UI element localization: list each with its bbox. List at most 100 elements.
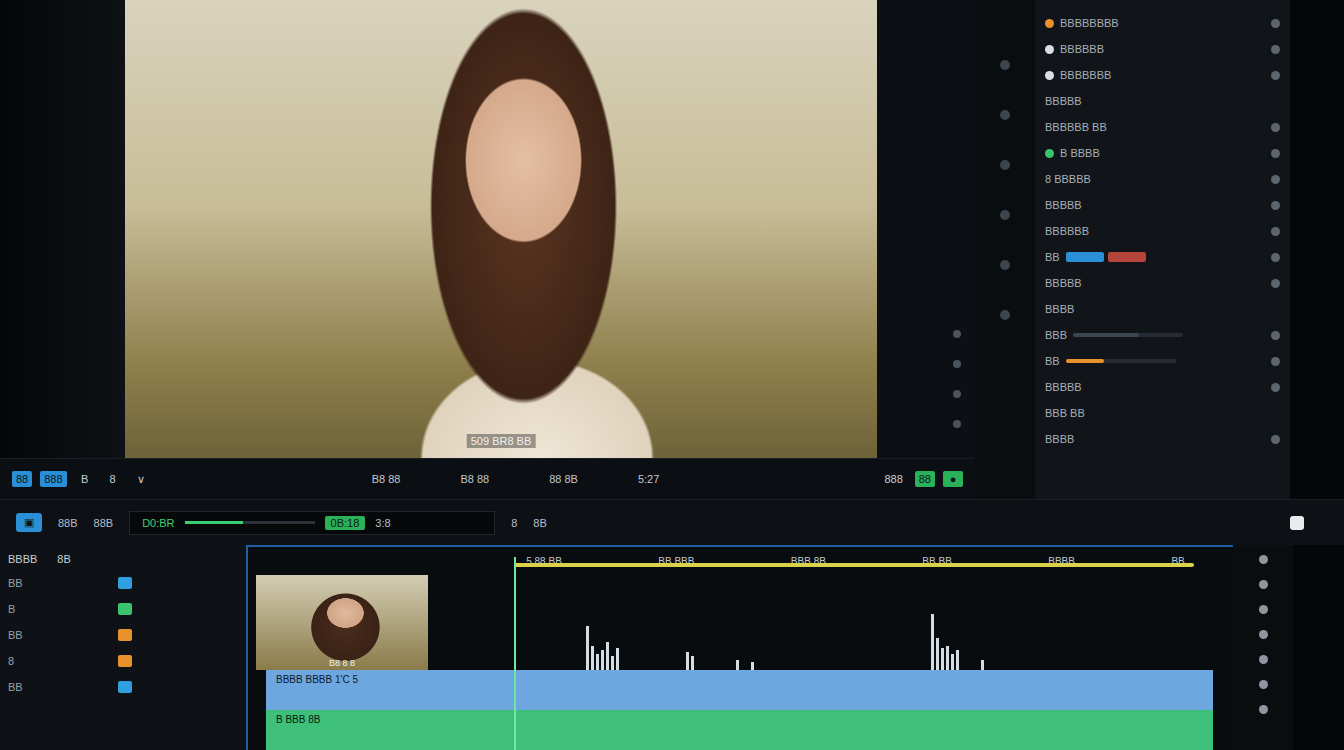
timecode-box: D0:BR0B:183:8: [129, 511, 495, 535]
inspector-row: BBBBB: [1045, 92, 1280, 110]
track-swatch: [118, 681, 132, 693]
toggle-icon[interactable]: [1271, 357, 1280, 366]
track-row[interactable]: BB: [8, 679, 238, 695]
strip-dot-icon[interactable]: [953, 420, 961, 428]
track-row[interactable]: BB: [8, 575, 238, 591]
toggle-icon[interactable]: [1271, 435, 1280, 444]
track-label: B: [8, 603, 98, 615]
toggle-icon[interactable]: [1271, 331, 1280, 340]
tool-icon[interactable]: [1259, 655, 1268, 664]
toggle-icon[interactable]: [1271, 175, 1280, 184]
inspector-row: BBBBBB: [1045, 40, 1280, 58]
toggle-icon[interactable]: [1271, 383, 1280, 392]
inspector-row: BBBBBB BB: [1045, 118, 1280, 136]
track-swatch: [118, 629, 132, 641]
inspector-row: BBBB: [1045, 430, 1280, 448]
scrub-track[interactable]: [185, 521, 315, 524]
track-panel: BBBB8BBBBBB8BB: [0, 545, 248, 750]
toolbar-button[interactable]: ∨: [131, 471, 151, 488]
toggle-icon[interactable]: [1271, 253, 1280, 262]
inspector-label: BBBBBB: [1060, 43, 1104, 55]
tool-icon[interactable]: [1000, 110, 1010, 120]
strip-dot-icon[interactable]: [953, 360, 961, 368]
inspector-label: BBBB: [1045, 303, 1074, 315]
toggle-icon[interactable]: [1271, 149, 1280, 158]
toolbar-button[interactable]: 888: [880, 471, 906, 487]
scrub-value: 0B:18: [325, 516, 366, 530]
preview-caption: 509 BR8 BB: [467, 434, 536, 448]
toolbar-button[interactable]: 88: [915, 471, 935, 487]
toolbar-button[interactable]: B: [75, 471, 95, 487]
toolbar-button[interactable]: 8: [103, 471, 123, 487]
inspector-slider[interactable]: [1066, 359, 1176, 363]
status-dot-icon: [1045, 19, 1054, 28]
toolbar-label: B8 88: [460, 473, 489, 485]
video-editor: 509 BR8 BB88888B8∨B8 88B8 8888 8B5:27888…: [0, 0, 1344, 750]
tool-icon[interactable]: [1000, 210, 1010, 220]
tool-icon[interactable]: [1259, 680, 1268, 689]
track-row[interactable]: 8: [8, 653, 238, 669]
strip-dot-icon[interactable]: [953, 390, 961, 398]
slider-fill: [1066, 359, 1105, 363]
toggle-icon[interactable]: [1271, 227, 1280, 236]
waveform-bar: [936, 638, 939, 670]
toolbar-button[interactable]: ●: [943, 471, 963, 487]
inspector-row: BBBBB: [1045, 378, 1280, 396]
viewer-toolbar: 88888B8∨B8 88B8 8888 8B5:2788888●: [0, 458, 975, 499]
strip-dot-icon[interactable]: [953, 330, 961, 338]
music-clip[interactable]: B BBB 8B: [266, 710, 1213, 750]
work-range[interactable]: [514, 563, 1194, 567]
tool-icon[interactable]: [1000, 260, 1010, 270]
inspector-row: 8 BBBBB: [1045, 170, 1280, 188]
tool-icon[interactable]: [1259, 580, 1268, 589]
tool-icon[interactable]: [1259, 605, 1268, 614]
tool-icon[interactable]: [1000, 310, 1010, 320]
waveform-bar: [736, 660, 739, 670]
tool-icon[interactable]: [1259, 555, 1268, 564]
toolbar-label: 5:27: [638, 473, 659, 485]
waveform-bar: [691, 656, 694, 670]
tool-icon[interactable]: [1259, 630, 1268, 639]
video-frame: [388, 0, 659, 458]
inspector-panel: BBBBBBBBBBBBBBBBBBBBBBBBBBBBBBBB BBB BBB…: [1035, 0, 1290, 499]
transport-bar: ▣88B88BD0:BR0B:183:888B: [0, 499, 1344, 545]
transport-label: 3:8: [375, 517, 390, 529]
inspector-label: BBBBB: [1045, 277, 1082, 289]
inspector-slider[interactable]: [1073, 333, 1183, 337]
toggle-icon[interactable]: [1271, 279, 1280, 288]
audio-clip[interactable]: BBBB BBBB 1'C 5: [266, 670, 1213, 710]
side-strip: [877, 0, 975, 458]
thumbnail-caption: B8 8 8: [329, 658, 355, 668]
top-area: 509 BR8 BB88888B8∨B8 88B8 8888 8B5:27888…: [0, 0, 1344, 499]
playhead[interactable]: [514, 557, 516, 750]
transport-label: 8: [511, 517, 517, 529]
clip-thumbnail[interactable]: B8 8 8: [256, 575, 428, 670]
toggle-icon[interactable]: [1271, 123, 1280, 132]
blue-chip[interactable]: [1066, 252, 1104, 262]
toggle-icon[interactable]: [1290, 516, 1304, 530]
track-swatch: [118, 655, 132, 667]
track-row[interactable]: B: [8, 601, 238, 617]
toolbar-button[interactable]: 888: [40, 471, 66, 487]
transport-button[interactable]: ▣: [16, 513, 42, 532]
inspector-label: BBBBB: [1045, 199, 1082, 211]
track-label: BB: [8, 681, 98, 693]
scrub-fill: [185, 521, 244, 524]
red-chip[interactable]: [1108, 252, 1146, 262]
tool-icon[interactable]: [1259, 705, 1268, 714]
toolbar-button[interactable]: 88: [12, 471, 32, 487]
transport-label: 8B: [533, 517, 546, 529]
bezel-right: [1293, 545, 1344, 750]
track-row[interactable]: BB: [8, 627, 238, 643]
transport-label: 88B: [58, 517, 78, 529]
timeline-area: 5 88 BBBB BBBBBB 8BBB BBBBBBBBB8 8 8BBBB…: [248, 545, 1233, 750]
tool-icon[interactable]: [1000, 60, 1010, 70]
toggle-icon[interactable]: [1271, 45, 1280, 54]
toggle-icon[interactable]: [1271, 201, 1280, 210]
inspector-label: BB: [1045, 251, 1060, 263]
tool-icon[interactable]: [1000, 160, 1010, 170]
toggle-icon[interactable]: [1271, 19, 1280, 28]
timeline-tools: [1233, 545, 1293, 750]
inspector-label: BB: [1045, 355, 1060, 367]
toggle-icon[interactable]: [1271, 71, 1280, 80]
